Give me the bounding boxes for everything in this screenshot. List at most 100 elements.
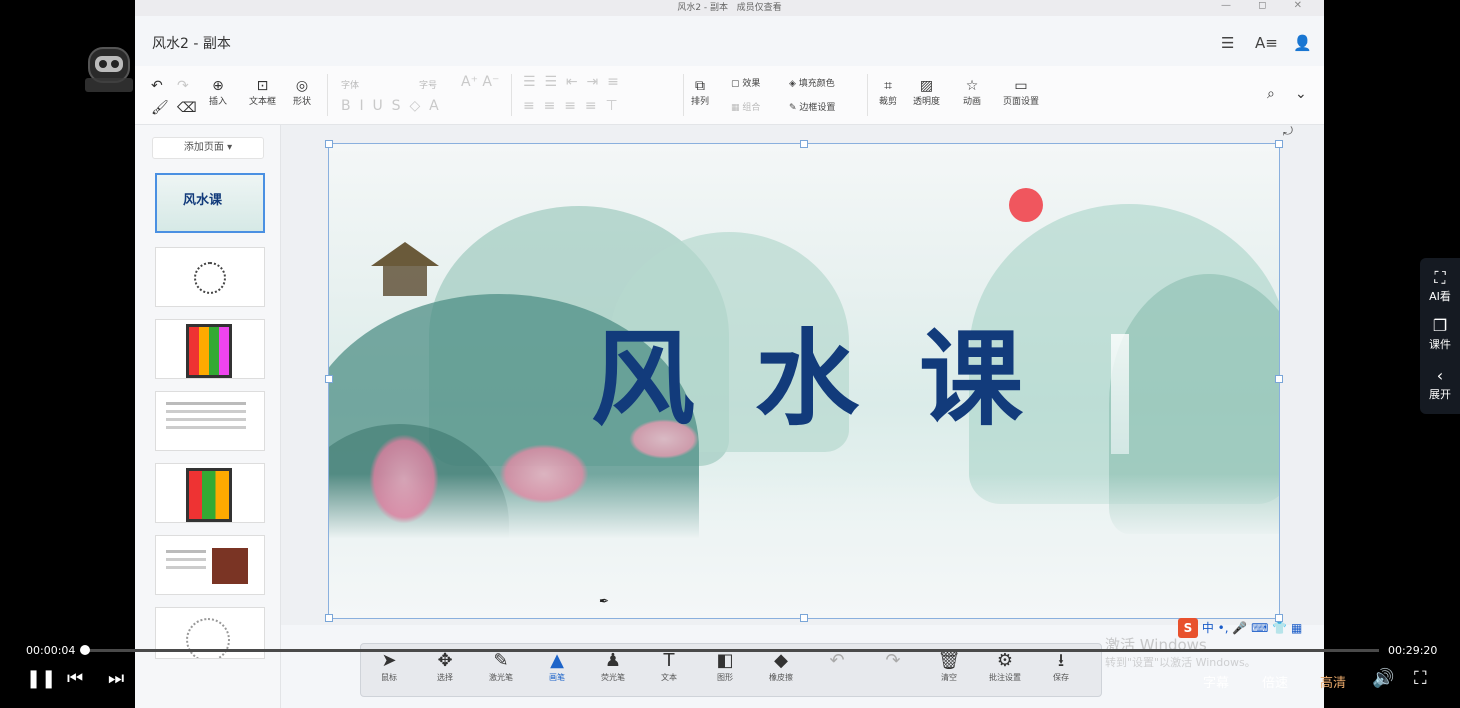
main-slide[interactable]: 风水课 ✒ [328,143,1280,619]
border-label: 边框设置 [799,103,836,113]
textbox-button[interactable]: ⊡ 文本框 [249,78,276,107]
clear-format-icon[interactable]: ⌫ [177,100,197,116]
tool-label: 文本 [661,673,677,682]
ai-label: AI看 [1429,290,1451,303]
tool-label: 激光笔 [489,673,513,682]
transparency-button[interactable]: ▨ 透明度 [913,78,940,107]
tool-label: 批注设置 [989,673,1021,682]
trash-tool[interactable]: 🗑 清空 [927,650,971,683]
add-page-label: 添加页面 [183,142,224,153]
pointer-tool[interactable]: ➤ 鼠标 [367,650,411,683]
insert-button[interactable]: ⊕ 插入 [209,78,227,107]
fill-color-button[interactable]: ◈ 填充颜色 [789,76,835,89]
move-tool[interactable]: ✥ 选择 [423,650,467,683]
activate-windows-hint: 转到"设置"以激活 Windows。 [1105,656,1256,669]
crop-icon: ⌗ [884,78,892,94]
border-settings-button[interactable]: ✎ 边框设置 [789,100,835,113]
screen-recording: 风水2 - 副本 成员仅查看 — ◻ ✕ 风水2 - 副本 ☰ A≡ 👤 ↶ ↷… [135,0,1324,708]
waterfall [1111,334,1129,454]
align-icons[interactable]: ≡ ≡ ≡ ≡ ⊤ [523,98,618,114]
effect-button[interactable]: ▢ 效果 [731,76,760,89]
quality-button[interactable]: 高清 [1320,672,1346,691]
subtitles-button[interactable]: 字幕 [1203,672,1229,691]
laser-pen-icon: ✎ [493,650,509,671]
font-select[interactable]: 字体 [341,78,359,91]
slide-thumbnail[interactable]: 风水课 [155,173,265,233]
download-tool[interactable]: ⭳ 保存 [1039,650,1083,683]
combine-icon: ▦ [731,103,743,113]
transparency-icon: ▨ [919,78,934,94]
eraser-icon: ◆ [774,650,788,671]
progress-knob[interactable] [79,645,90,655]
window-controls[interactable]: — ◻ ✕ [1221,0,1314,11]
expand-button[interactable]: ‹ 展开 [1420,366,1460,402]
move-icon: ✥ [437,650,453,671]
total-time: 00:29:20 [1388,644,1438,657]
undo-tool[interactable]: ↶ [815,650,859,672]
speed-button[interactable]: 倍速 [1262,672,1288,691]
chevron-down-icon[interactable]: ⌄ [1295,86,1307,102]
redo-tool[interactable]: ↷ [871,650,915,672]
menu-icon[interactable]: ☰ [1221,34,1234,52]
annotation-settings-tool[interactable]: ⚙ 批注设置 [983,650,1027,683]
page-icon: ▭ [1014,78,1028,94]
slide-thumbnail[interactable] [155,463,265,523]
arrange-label: 排列 [691,97,710,107]
crop-button[interactable]: ⌗ 裁剪 [879,78,897,107]
slide-thumbnail[interactable] [155,247,265,307]
text-style-icons[interactable]: B I U S ◇ A [341,98,439,114]
trash-icon: 🗑 [937,650,961,671]
redo-icon[interactable]: ↷ [177,78,189,94]
chevron-left-icon: ‹ [1436,366,1444,385]
share-user-icon[interactable]: 👤 [1293,34,1312,52]
brush-tool[interactable]: ▲ 画笔 [535,650,579,683]
grow-font-icon[interactable]: A⁺ A⁻ [461,74,499,90]
crop-label: 裁剪 [879,97,898,107]
format-painter-icon[interactable]: 🖌 [151,100,169,116]
document-title: 风水2 - 副本 [152,36,231,52]
pointer-icon: ➤ [381,650,397,671]
courseware-button[interactable]: ❐ 课件 [1420,316,1460,352]
highlighter-tool[interactable]: ♟ 荧光笔 [591,650,635,683]
page-setup-label: 页面设置 [1003,97,1040,107]
thumbnail-title: 风水课 [183,193,223,208]
expand-label: 展开 [1429,388,1451,401]
arrange-icon: ⧉ [695,78,705,94]
ai-watch-button[interactable]: ⛶ AI看 [1420,268,1460,304]
undo-icon[interactable]: ↶ [151,78,163,94]
text-icon: T [663,650,675,671]
eraser-tool[interactable]: ◆ 橡皮擦 [759,650,803,683]
annotation-settings-icon: ⚙ [996,650,1014,671]
volume-icon[interactable]: 🔊 [1372,668,1394,689]
effect-label: 效果 [742,79,761,89]
next-icon[interactable]: ⏭ [108,668,124,689]
slide-title[interactable]: 风水课 [591,294,1083,445]
fullscreen-icon[interactable]: ⛶ [1414,668,1427,689]
arrange-button[interactable]: ⧉ 排列 [691,78,709,107]
pause-icon[interactable]: ❚❚ [26,668,56,689]
ime-status: 中 •, 🎤 ⌨ 👕 ▦ [1201,621,1303,635]
shape-icon: ◎ [295,78,309,94]
slide-thumbnail[interactable] [155,535,265,595]
rotate-icon[interactable]: ⤾ [1283,124,1293,139]
star-icon: ☆ [965,78,979,94]
add-page-button[interactable]: 添加页面 ▾ [152,137,264,159]
previous-icon[interactable]: ⏮ [67,668,83,689]
progress-bar[interactable] [82,649,1379,652]
slide-thumbnail[interactable] [155,319,265,379]
text-tool[interactable]: T 文本 [647,650,691,683]
laser-pen-tool[interactable]: ✎ 激光笔 [479,650,523,683]
font-size-select[interactable]: 字号 [419,78,437,91]
list-icons[interactable]: ☰ ☰ ⇤ ⇥ ≡ [523,74,619,90]
border-icon: ✎ [789,103,800,113]
shape-tool[interactable]: ◧ 图形 [703,650,747,683]
shape-button[interactable]: ◎ 形状 [293,78,311,107]
search-icon[interactable]: ⌕ [1267,86,1275,102]
font-settings-icon[interactable]: A≡ [1255,34,1278,52]
combine-button[interactable]: ▦ 组合 [731,100,760,113]
animation-button[interactable]: ☆ 动画 [963,78,981,107]
fill-label: 填充颜色 [798,79,835,89]
pagoda-icon [371,242,439,266]
page-setup-button[interactable]: ▭ 页面设置 [1003,78,1039,107]
slide-thumbnail[interactable] [155,391,265,451]
